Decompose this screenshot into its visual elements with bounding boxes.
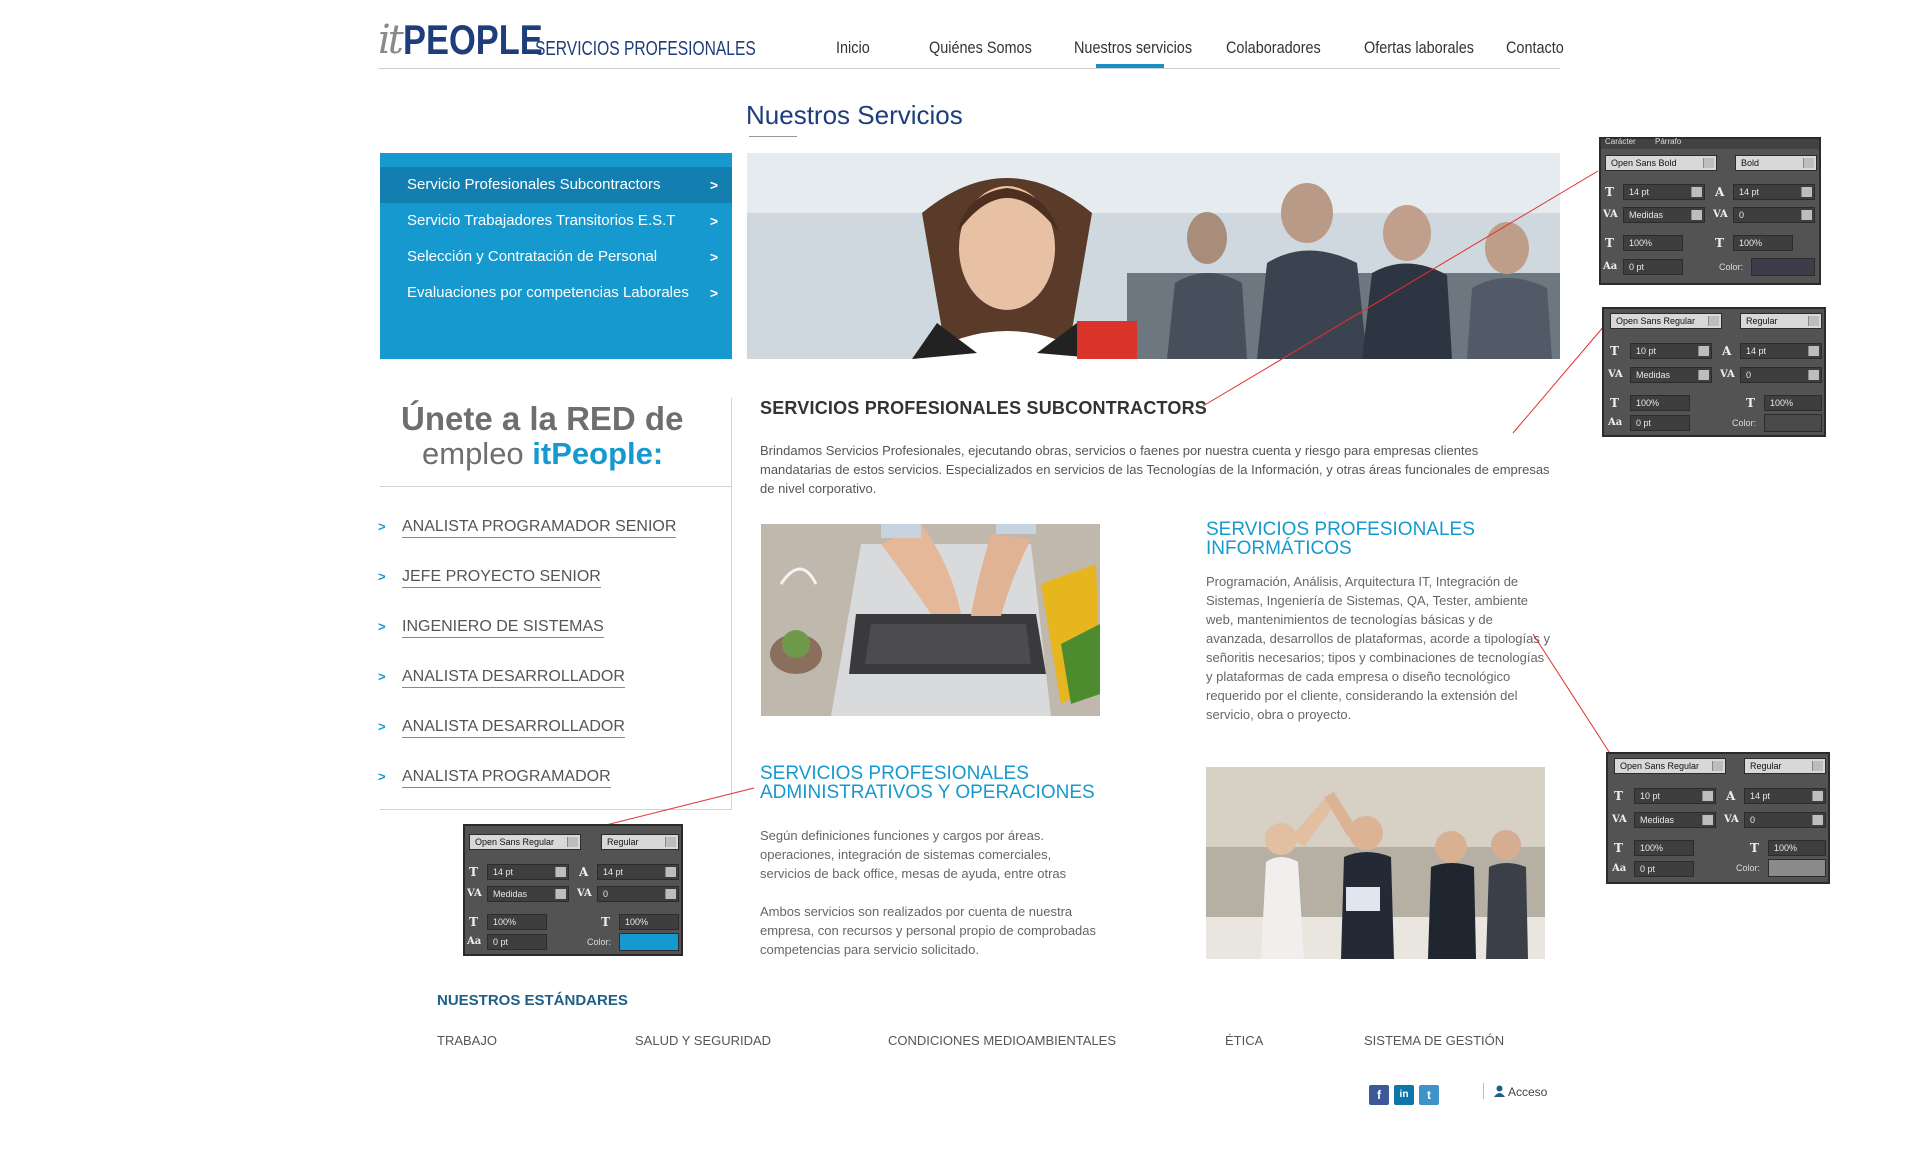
font-size-field: 14 pt (487, 864, 569, 880)
kerning-icon: VA (1612, 814, 1627, 825)
panel-tabs: Carácter Párrafo (1601, 137, 1819, 149)
horizontal-scale-field: 100% (1768, 840, 1826, 856)
font-size-field: 10 pt (1630, 343, 1712, 359)
baseline-shift-icon: Aa (467, 936, 482, 947)
font-size-icon: T (1605, 185, 1614, 199)
vertical-scale-icon: T (1605, 236, 1614, 250)
kerning-field: Medidas (487, 886, 569, 902)
horizontal-scale-icon: T (601, 915, 610, 929)
tracking-icon: VA (1713, 209, 1728, 220)
leading-icon: A (1726, 789, 1736, 803)
tracking-icon: VA (1724, 814, 1739, 825)
font-size-field: 14 pt (1623, 184, 1705, 200)
panel-tab-paragraph: Párrafo (1655, 137, 1682, 146)
tracking-field: 0 (597, 886, 679, 902)
baseline-shift-field: 0 pt (1623, 259, 1683, 275)
horizontal-scale-icon: T (1715, 236, 1724, 250)
font-family-select: Open Sans Regular (469, 834, 581, 850)
kerning-icon: VA (1603, 209, 1618, 220)
color-swatch (1768, 859, 1826, 877)
tracking-field: 0 (1733, 207, 1815, 223)
font-size-field: 10 pt (1634, 788, 1716, 804)
vertical-scale-field: 100% (487, 914, 547, 930)
leading-icon: A (579, 865, 589, 879)
font-style-select: Bold (1735, 155, 1817, 171)
vertical-scale-icon: T (469, 915, 478, 929)
type-spec-panel: Open Sans Regular Regular T 10 pt A 14 p… (1606, 752, 1830, 884)
font-style-select: Regular (1744, 758, 1826, 774)
tracking-icon: VA (1720, 369, 1735, 380)
color-swatch (1751, 258, 1815, 276)
kerning-icon: VA (467, 888, 482, 899)
tracking-field: 0 (1744, 812, 1826, 828)
vertical-scale-field: 100% (1634, 840, 1694, 856)
baseline-shift-field: 0 pt (1630, 415, 1690, 431)
font-size-icon: T (469, 865, 478, 879)
type-spec-panel: Open Sans Regular Regular T 10 pt A 14 p… (1602, 307, 1826, 437)
vertical-scale-icon: T (1614, 841, 1623, 855)
leading-icon: A (1715, 185, 1725, 199)
vertical-scale-field: 100% (1623, 235, 1683, 251)
annotation-line (1532, 633, 1614, 759)
kerning-icon: VA (1608, 369, 1623, 380)
kerning-field: Medidas (1623, 207, 1705, 223)
type-spec-panel: Open Sans Regular Regular T 14 pt A 14 p… (463, 824, 683, 956)
horizontal-scale-icon: T (1750, 841, 1759, 855)
font-size-icon: T (1610, 344, 1619, 358)
horizontal-scale-field: 100% (1764, 395, 1822, 411)
horizontal-scale-icon: T (1746, 396, 1755, 410)
annotation-line (1512, 324, 1606, 434)
tracking-icon: VA (577, 888, 592, 899)
kerning-field: Medidas (1634, 812, 1716, 828)
leading-field: 14 pt (597, 864, 679, 880)
vertical-scale-field: 100% (1630, 395, 1690, 411)
font-style-select: Regular (601, 834, 679, 850)
baseline-shift-icon: Aa (1612, 863, 1627, 874)
color-swatch (1764, 414, 1822, 432)
baseline-shift-icon: Aa (1603, 261, 1618, 272)
horizontal-scale-field: 100% (1733, 235, 1793, 251)
baseline-shift-icon: Aa (1608, 417, 1623, 428)
kerning-field: Medidas (1630, 367, 1712, 383)
font-size-icon: T (1614, 789, 1623, 803)
font-family-select: Open Sans Regular (1614, 758, 1726, 774)
tracking-field: 0 (1740, 367, 1822, 383)
leading-icon: A (1722, 344, 1732, 358)
leading-field: 14 pt (1733, 184, 1815, 200)
annotation-line (1202, 170, 1599, 407)
color-label: Color: (587, 937, 612, 947)
color-label: Color: (1719, 262, 1744, 272)
panel-tab-character: Carácter (1605, 137, 1636, 146)
horizontal-scale-field: 100% (619, 914, 679, 930)
color-label: Color: (1732, 418, 1757, 428)
baseline-shift-field: 0 pt (487, 934, 547, 950)
font-family-select: Open Sans Bold (1605, 155, 1717, 171)
vertical-scale-icon: T (1610, 396, 1619, 410)
type-spec-panel: Carácter Párrafo Open Sans Bold Bold T 1… (1599, 137, 1821, 285)
baseline-shift-field: 0 pt (1634, 861, 1694, 877)
color-label: Color: (1736, 863, 1761, 873)
font-family-select: Open Sans Regular (1610, 313, 1722, 329)
font-style-select: Regular (1740, 313, 1822, 329)
leading-field: 14 pt (1740, 343, 1822, 359)
leading-field: 14 pt (1744, 788, 1826, 804)
color-swatch (619, 933, 679, 951)
